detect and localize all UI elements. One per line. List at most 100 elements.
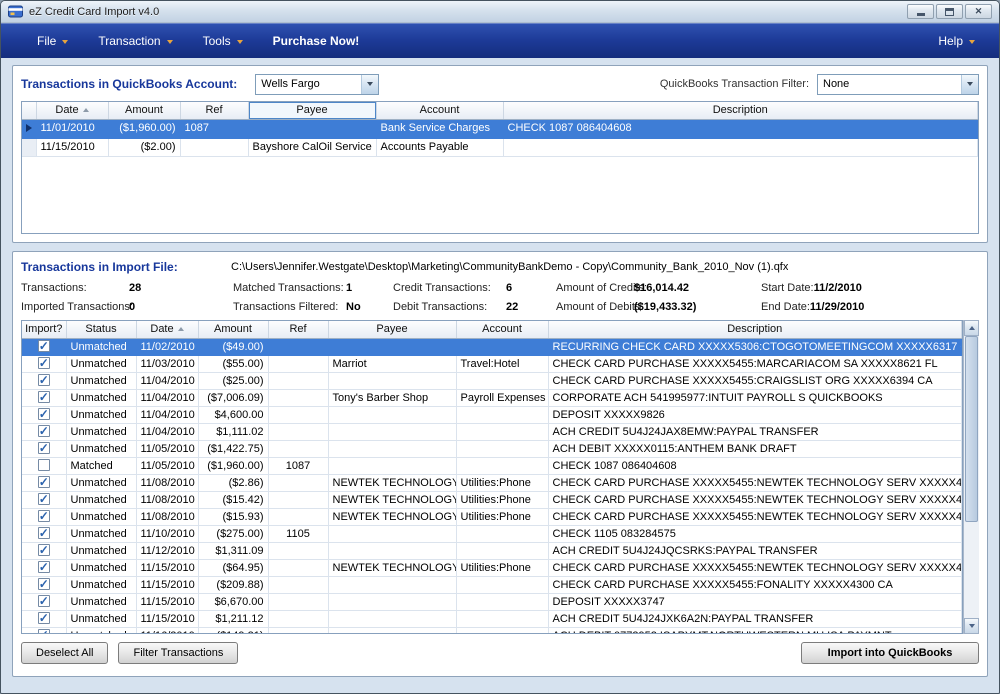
cell-account[interactable] (456, 372, 548, 389)
import-checkbox[interactable] (38, 357, 50, 369)
import-checkbox[interactable] (38, 391, 50, 403)
menu-help[interactable]: Help (938, 34, 975, 48)
cell-account[interactable]: Payroll Expenses (456, 389, 548, 406)
column-header-ref[interactable]: Ref (180, 102, 248, 119)
column-header-ref[interactable]: Ref (268, 321, 328, 338)
cell-account[interactable] (456, 457, 548, 474)
menu-transaction[interactable]: Transaction (98, 34, 172, 48)
cell-payee[interactable] (328, 610, 456, 627)
qb-transaction-row[interactable]: 11/01/2010 ($1,960.00) 1087 Bank Service… (22, 119, 978, 138)
cell-account[interactable]: Travel:Hotel (456, 355, 548, 372)
cell-account[interactable] (456, 593, 548, 610)
cell-payee[interactable]: NEWTEK TECHNOLOGY SE... (328, 559, 456, 576)
cell-payee[interactable] (328, 525, 456, 542)
import-checkbox[interactable] (38, 374, 50, 386)
filter-transactions-button[interactable]: Filter Transactions (118, 642, 238, 664)
import-transaction-row[interactable]: Unmatched 11/12/2010 $1,311.09 ACH CREDI… (22, 542, 962, 559)
vertical-scrollbar[interactable] (963, 320, 979, 634)
import-checkbox[interactable] (38, 561, 50, 573)
cell-payee[interactable]: NEWTEK TECHNOLOGY SE... (328, 491, 456, 508)
import-checkbox[interactable] (38, 340, 50, 352)
minimize-button[interactable] (907, 4, 934, 19)
import-checkbox[interactable] (38, 510, 50, 522)
qb-transaction-row[interactable]: 11/15/2010 ($2.00) Bayshore CalOil Servi… (22, 138, 978, 156)
quickbooks-account-dropdown[interactable]: Wells Fargo (255, 74, 379, 95)
menu-tools[interactable]: Tools (203, 34, 243, 48)
cell-payee[interactable] (328, 406, 456, 423)
import-transaction-row[interactable]: Unmatched 11/04/2010 $1,111.02 ACH CREDI… (22, 423, 962, 440)
cell-payee[interactable] (328, 593, 456, 610)
cell-account[interactable] (456, 627, 548, 634)
cell-payee[interactable] (328, 627, 456, 634)
row-selector-cell[interactable] (22, 138, 36, 156)
cell-account[interactable] (456, 525, 548, 542)
column-header-date[interactable]: Date (36, 102, 108, 119)
quickbooks-filter-dropdown[interactable]: None (817, 74, 979, 95)
import-transaction-row[interactable]: Unmatched 11/15/2010 $1,211.12 ACH CREDI… (22, 610, 962, 627)
import-checkbox[interactable] (38, 442, 50, 454)
cell-account[interactable] (456, 576, 548, 593)
scroll-down-button[interactable] (964, 618, 979, 634)
column-header-date[interactable]: Date (136, 321, 198, 338)
column-header-status[interactable]: Status (66, 321, 136, 338)
cell-payee[interactable] (328, 457, 456, 474)
cell-account[interactable] (456, 440, 548, 457)
menu-file[interactable]: File (37, 34, 68, 48)
import-into-quickbooks-button[interactable]: Import into QuickBooks (801, 642, 979, 664)
import-transaction-row[interactable]: Unmatched 11/15/2010 ($64.95) NEWTEK TEC… (22, 559, 962, 576)
cell-payee[interactable] (328, 338, 456, 355)
menu-purchase-now[interactable]: Purchase Now! (273, 34, 360, 48)
import-checkbox[interactable] (38, 629, 50, 634)
import-transaction-row[interactable]: Unmatched 11/02/2010 ($49.00) RECURRING … (22, 338, 962, 355)
import-transaction-row[interactable]: Unmatched 11/15/2010 ($209.88) CHECK CAR… (22, 576, 962, 593)
row-selector-cell[interactable] (22, 119, 36, 138)
column-header-description[interactable]: Description (548, 321, 962, 338)
deselect-all-button[interactable]: Deselect All (21, 642, 108, 664)
cell-payee[interactable] (328, 440, 456, 457)
maximize-button[interactable] (936, 4, 963, 19)
import-checkbox[interactable] (38, 578, 50, 590)
column-header-account[interactable]: Account (376, 102, 503, 119)
import-transaction-row[interactable]: Matched 11/05/2010 ($1,960.00) 1087 CHEC… (22, 457, 962, 474)
cell-account[interactable] (456, 338, 548, 355)
cell-payee[interactable] (328, 576, 456, 593)
cell-account[interactable]: Utilities:Phone (456, 474, 548, 491)
import-transaction-row[interactable]: Unmatched 11/05/2010 ($1,422.75) ACH DEB… (22, 440, 962, 457)
import-transaction-row[interactable]: Unmatched 11/16/2010 ($149.21) ACH DEBIT… (22, 627, 962, 634)
cell-account[interactable]: Utilities:Phone (456, 491, 548, 508)
import-transaction-row[interactable]: Unmatched 11/08/2010 ($2.86) NEWTEK TECH… (22, 474, 962, 491)
column-header-account[interactable]: Account (456, 321, 548, 338)
cell-payee[interactable]: NEWTEK TECHNOLOGY SE... (328, 474, 456, 491)
import-transaction-row[interactable]: Unmatched 11/04/2010 ($7,006.09) Tony's … (22, 389, 962, 406)
import-checkbox[interactable] (38, 527, 50, 539)
cell-account[interactable] (456, 423, 548, 440)
scroll-up-button[interactable] (964, 320, 979, 336)
scrollbar-thumb[interactable] (965, 336, 978, 522)
cell-payee[interactable] (328, 423, 456, 440)
close-button[interactable]: ✕ (965, 4, 992, 19)
cell-account[interactable]: Utilities:Phone (456, 508, 548, 525)
cell-payee[interactable]: NEWTEK TECHNOLOGY SE... (328, 508, 456, 525)
scrollbar-track[interactable] (964, 336, 979, 618)
dropdown-button[interactable] (361, 75, 378, 94)
cell-payee[interactable] (328, 372, 456, 389)
import-transaction-row[interactable]: Unmatched 11/04/2010 $4,600.00 DEPOSIT X… (22, 406, 962, 423)
cell-account[interactable] (456, 610, 548, 627)
cell-account[interactable]: Utilities:Phone (456, 559, 548, 576)
column-header-payee[interactable]: Payee (328, 321, 456, 338)
import-checkbox[interactable] (38, 459, 50, 471)
cell-payee[interactable]: Marriot (328, 355, 456, 372)
cell-account[interactable] (456, 542, 548, 559)
import-transaction-row[interactable]: Unmatched 11/08/2010 ($15.93) NEWTEK TEC… (22, 508, 962, 525)
import-transaction-row[interactable]: Unmatched 11/10/2010 ($275.00) 1105 CHEC… (22, 525, 962, 542)
column-header-description[interactable]: Description (503, 102, 978, 119)
import-transaction-row[interactable]: Unmatched 11/15/2010 $6,670.00 DEPOSIT X… (22, 593, 962, 610)
import-checkbox[interactable] (38, 408, 50, 420)
import-checkbox[interactable] (38, 493, 50, 505)
column-header-amount[interactable]: Amount (108, 102, 180, 119)
cell-account[interactable] (456, 406, 548, 423)
import-checkbox[interactable] (38, 476, 50, 488)
import-checkbox[interactable] (38, 544, 50, 556)
cell-payee[interactable] (328, 542, 456, 559)
import-checkbox[interactable] (38, 425, 50, 437)
